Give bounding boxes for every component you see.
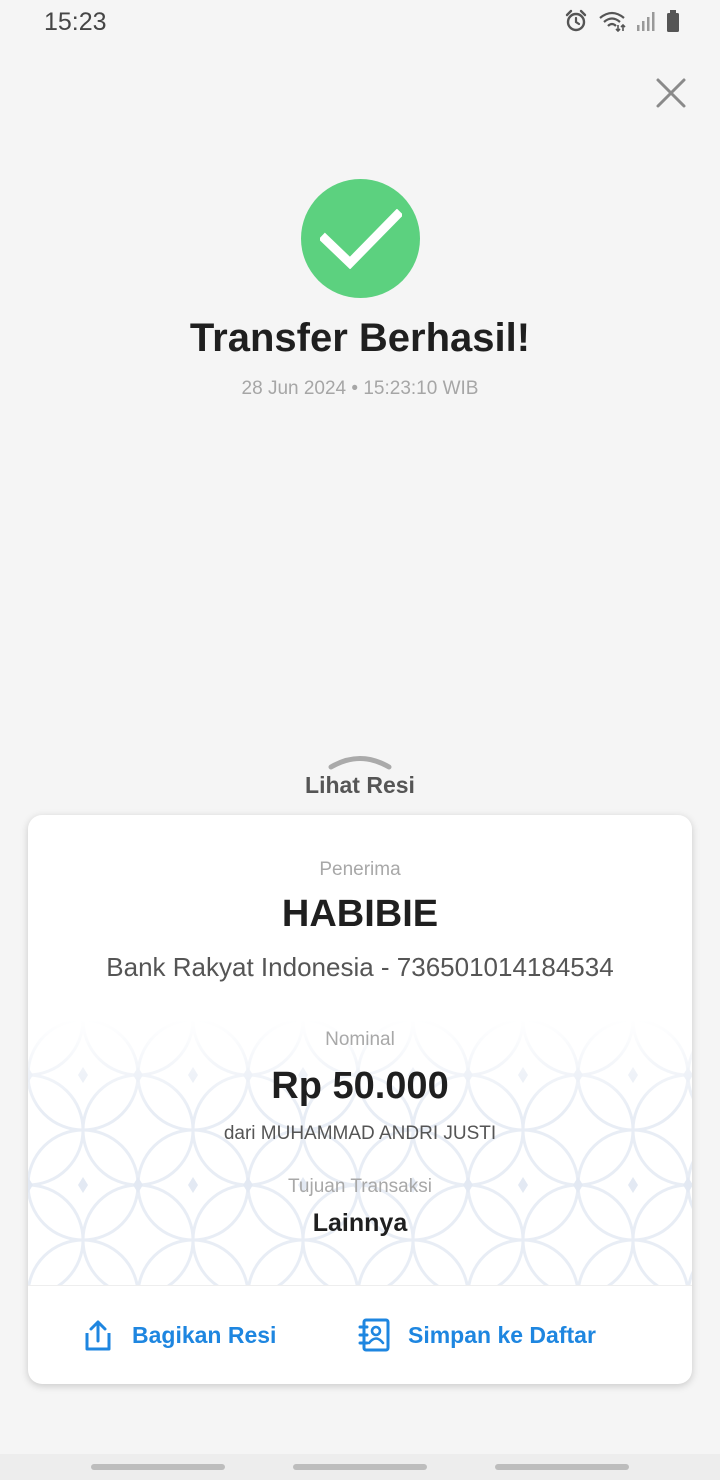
view-receipt-toggle[interactable]: Lihat Resi <box>0 772 720 799</box>
divider <box>28 1285 692 1286</box>
signal-icon <box>637 12 655 31</box>
check-icon <box>319 208 402 269</box>
nav-home-button[interactable] <box>293 1464 427 1470</box>
success-badge <box>301 179 420 298</box>
save-to-list-label: Simpan ke Daftar <box>408 1321 596 1348</box>
success-title: Transfer Berhasil! <box>189 316 531 360</box>
status-time: 15:23 <box>44 8 107 36</box>
alarm-icon <box>565 9 587 32</box>
contact-book-icon <box>358 1318 390 1352</box>
battery-icon <box>667 10 679 32</box>
receipt-card: Penerima HABIBIE Bank Rakyat Indonesia -… <box>28 815 692 1384</box>
status-icons <box>564 9 680 33</box>
share-receipt-label: Bagikan Resi <box>132 1321 277 1348</box>
close-button[interactable] <box>650 72 692 114</box>
save-to-list-button[interactable]: Simpan ke Daftar <box>356 1315 596 1355</box>
navigation-bar <box>0 1454 720 1480</box>
receipt-details: Penerima HABIBIE Bank Rakyat Indonesia -… <box>28 815 692 1285</box>
purpose-value: Lainnya <box>312 1209 408 1237</box>
amount-value: Rp 50.000 <box>271 1065 449 1107</box>
chevron-up-icon[interactable] <box>328 752 392 772</box>
screen: 15:23 Transfer Berhasil! 28 Jun 2024 • 1… <box>0 0 720 1480</box>
nav-back-button[interactable] <box>495 1464 629 1470</box>
share-icon <box>85 1320 111 1351</box>
sender-name: dari MUHAMMAD ANDRI JUSTI <box>223 1123 497 1144</box>
nav-recent-button[interactable] <box>91 1464 225 1470</box>
status-bar: 15:23 <box>0 0 720 48</box>
recipient-bank-account: Bank Rakyat Indonesia - 736501014184534 <box>106 952 614 982</box>
amount-label: Nominal <box>325 1029 395 1050</box>
transaction-datetime: 28 Jun 2024 • 15:23:10 WIB <box>241 378 479 399</box>
share-receipt-button[interactable]: Bagikan Resi <box>80 1315 276 1355</box>
recipient-name: HABIBIE <box>281 893 439 935</box>
wifi-icon <box>599 11 626 32</box>
purpose-label: Tujuan Transaksi <box>288 1176 432 1197</box>
close-icon <box>656 78 686 108</box>
recipient-label: Penerima <box>319 859 401 880</box>
